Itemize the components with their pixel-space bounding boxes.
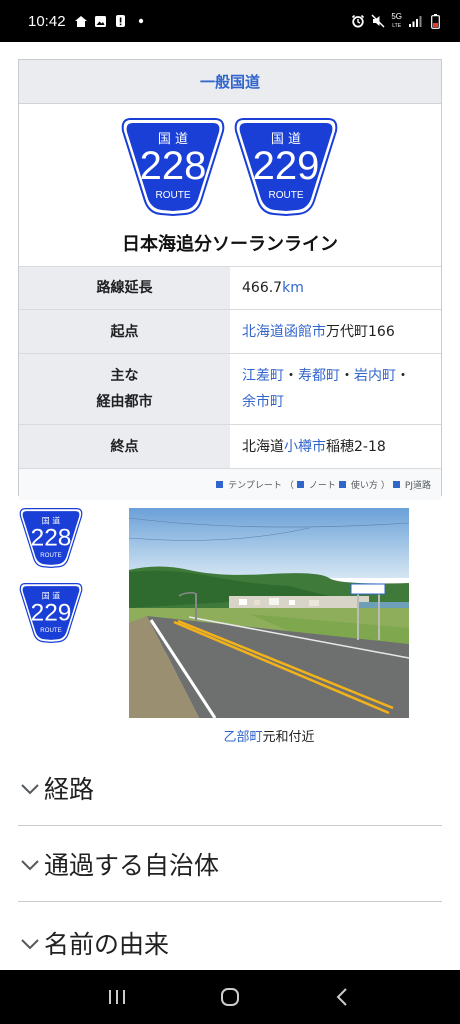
- road-infobox: 一般国道 国 道 228 ROUTE 国 道 229 ROUTE 日本海追分ソー…: [18, 59, 442, 500]
- row-length: 路線延長 466.7 km: [19, 266, 441, 309]
- note-link[interactable]: ノート: [309, 478, 336, 491]
- usage-link[interactable]: 使い方: [351, 478, 378, 491]
- infobox-header[interactable]: 一般国道: [19, 60, 441, 104]
- route-name: 日本海追分ソーランライン: [122, 234, 338, 255]
- project-link[interactable]: PJ道路: [405, 478, 431, 491]
- infobox-footer: テンプレート （ ノート 使い方） PJ道路: [19, 468, 441, 500]
- row-end-label: 終点: [19, 425, 230, 468]
- via-city-link[interactable]: 寿都町: [298, 368, 340, 384]
- row-start-value: 北海道 函館市 万代町166: [230, 310, 441, 353]
- section-route[interactable]: 経路: [18, 750, 442, 826]
- row-length-label: 路線延長: [19, 267, 230, 309]
- shield-route-text: ROUTE: [40, 552, 61, 559]
- via-city-link[interactable]: 岩内町: [354, 368, 396, 384]
- end-city-link[interactable]: 小樽市: [284, 434, 326, 460]
- via-label-line2: 経由都市: [96, 394, 153, 410]
- small-route-number-229: 229: [31, 599, 72, 626]
- shield-route-text: ROUTE: [269, 190, 304, 201]
- caption-town-link[interactable]: 乙部町: [223, 730, 262, 745]
- route-229-shield-icon: 国 道 229 ROUTE: [234, 118, 338, 217]
- chevron-down-icon: [21, 783, 39, 794]
- row-length-value: 466.7 km: [230, 267, 441, 309]
- recent-apps-icon[interactable]: [106, 987, 128, 1007]
- signal-icon: [408, 14, 422, 28]
- status-notifications: [74, 14, 148, 28]
- note-square-icon: [296, 481, 304, 488]
- gallery-icon: [94, 14, 108, 28]
- mute-icon: [371, 14, 385, 28]
- template-link[interactable]: テンプレート: [228, 478, 282, 491]
- home-button-icon[interactable]: [219, 986, 241, 1008]
- section-municipalities-title[interactable]: 通過する自治体: [44, 846, 219, 882]
- end-prefecture: 北海道: [242, 438, 284, 455]
- route-228-shield-icon: 国 道 228 ROUTE: [121, 118, 225, 217]
- via-city-link[interactable]: 江差町: [242, 368, 284, 384]
- shield-route-text: ROUTE: [156, 190, 191, 201]
- alert-icon: [114, 14, 128, 28]
- photo-caption: 乙部町元和付近: [129, 726, 409, 745]
- small-route-229-shield-icon[interactable]: 国 道 229 ROUTE: [18, 580, 84, 646]
- row-start-label: 起点: [19, 310, 230, 353]
- via-separator: ・: [340, 368, 354, 384]
- usage-square-icon: [338, 481, 346, 488]
- length-number: 466.7: [242, 280, 283, 296]
- section-route-title[interactable]: 経路: [44, 770, 94, 806]
- dot-icon: [134, 14, 148, 28]
- section-municipalities[interactable]: 通過する自治体: [18, 826, 442, 902]
- row-via: 主な 経由都市 江差町・寿都町・岩内町・ 余市町: [19, 353, 441, 424]
- network-sub-label: LTE: [392, 22, 402, 29]
- row-end-value: 北海道 小樽市 稲穂2-18: [230, 425, 441, 468]
- shield-route-text: ROUTE: [40, 627, 61, 634]
- status-time: 10:42: [28, 12, 66, 30]
- route-shields-area: 国 道 228 ROUTE 国 道 229 ROUTE 日本海追分ソーランライン: [19, 104, 441, 266]
- start-prefecture-link[interactable]: 北海道: [242, 319, 284, 345]
- row-end: 終点 北海道 小樽市 稲穂2-18: [19, 424, 441, 468]
- row-via-label: 主な 経由都市: [19, 354, 230, 424]
- system-nav-bar: [0, 970, 460, 1024]
- small-route-228-shield-icon[interactable]: 国 道 228 ROUTE: [18, 505, 84, 571]
- status-system-icons: 5G LTE: [351, 11, 442, 30]
- start-city-link[interactable]: 函館市: [284, 319, 326, 345]
- back-icon[interactable]: [332, 986, 354, 1008]
- via-city-link[interactable]: 余市町: [242, 394, 284, 410]
- footer-paren-open: （: [284, 481, 294, 491]
- infobox-header-label[interactable]: 一般国道: [200, 71, 260, 92]
- via-label-line1: 主な: [110, 368, 139, 384]
- via-separator: ・: [396, 368, 410, 384]
- caption-text: 元和付近: [262, 730, 315, 745]
- network-label: 5G: [391, 11, 402, 21]
- chevron-down-icon: [21, 859, 39, 870]
- status-bar: 10:42 5G LTE: [0, 0, 460, 42]
- row-via-value: 江差町・寿都町・岩内町・ 余市町: [230, 354, 441, 424]
- chevron-down-icon: [21, 939, 39, 950]
- length-unit-link[interactable]: km: [282, 275, 304, 301]
- small-route-number-228: 228: [31, 524, 72, 551]
- template-square-icon: [216, 481, 224, 488]
- route-number-228: 228: [140, 144, 207, 188]
- via-separator: ・: [284, 368, 298, 384]
- row-start: 起点 北海道 函館市 万代町166: [19, 309, 441, 353]
- start-address: 万代町166: [326, 323, 395, 340]
- project-square-icon: [392, 481, 400, 488]
- home-icon: [74, 14, 88, 28]
- network-type: 5G LTE: [391, 11, 402, 30]
- section-name-origin-title[interactable]: 名前の由来: [44, 925, 169, 961]
- footer-paren-close: ）: [380, 481, 390, 491]
- alarm-icon: [351, 14, 365, 28]
- end-address: 稲穂2-18: [326, 438, 386, 455]
- road-photo[interactable]: [129, 508, 409, 718]
- route-number-229: 229: [253, 144, 320, 188]
- battery-icon: [428, 13, 442, 29]
